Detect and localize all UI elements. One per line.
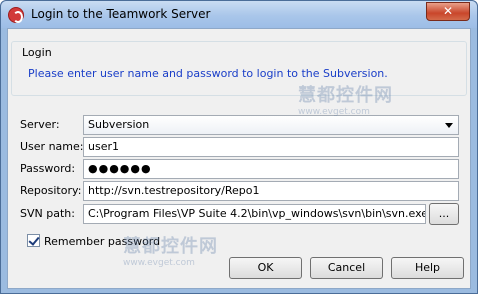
repository-field[interactable]: http://svn.testrepository/Repo1 — [83, 181, 459, 201]
app-logo-icon — [8, 7, 24, 23]
help-button[interactable]: Help — [391, 257, 464, 279]
svnpath-field[interactable]: C:\Program Files\VP Suite 4.2\bin\vp_win… — [83, 204, 426, 224]
server-value: Subversion — [88, 118, 150, 131]
svnpath-label: SVN path: — [20, 207, 75, 220]
login-dialog: Login to the Teamwork Server ✕ Login Ple… — [0, 0, 478, 294]
cancel-button[interactable]: Cancel — [310, 257, 383, 279]
watermark-bottom-url: www.evget.com — [123, 258, 195, 268]
chevron-down-icon[interactable] — [445, 123, 453, 128]
close-button[interactable]: ✕ — [426, 2, 470, 21]
login-message: Please enter user name and password to l… — [28, 67, 388, 80]
watermark-bottom: 慧都控件网 www.evget.com — [123, 232, 218, 268]
login-group-title: Login — [20, 46, 54, 59]
ok-button[interactable]: OK — [229, 257, 302, 279]
server-label: Server: — [20, 118, 60, 131]
browse-button[interactable]: ... — [429, 203, 459, 225]
dialog-content: Login Please enter user name and passwor… — [7, 28, 471, 289]
password-label: Password: — [20, 162, 76, 175]
remember-password-checkbox[interactable] — [27, 234, 40, 247]
window-title: Login to the Teamwork Server — [31, 7, 211, 21]
title-bar: Login to the Teamwork Server ✕ — [1, 1, 477, 28]
watermark-bottom-text: 慧都控件网 — [123, 236, 218, 257]
username-field[interactable]: user1 — [83, 137, 459, 157]
watermark-top-text: 慧都控件网 — [298, 85, 393, 106]
watermark-top: 慧都控件网 www.evget.com — [298, 81, 393, 117]
username-label: User name: — [20, 140, 84, 153]
server-dropdown[interactable]: Subversion — [83, 115, 459, 135]
watermark-top-url: www.evget.com — [298, 107, 370, 117]
password-field[interactable]: ●●●●●● — [83, 159, 459, 179]
repository-label: Repository: — [20, 184, 82, 197]
